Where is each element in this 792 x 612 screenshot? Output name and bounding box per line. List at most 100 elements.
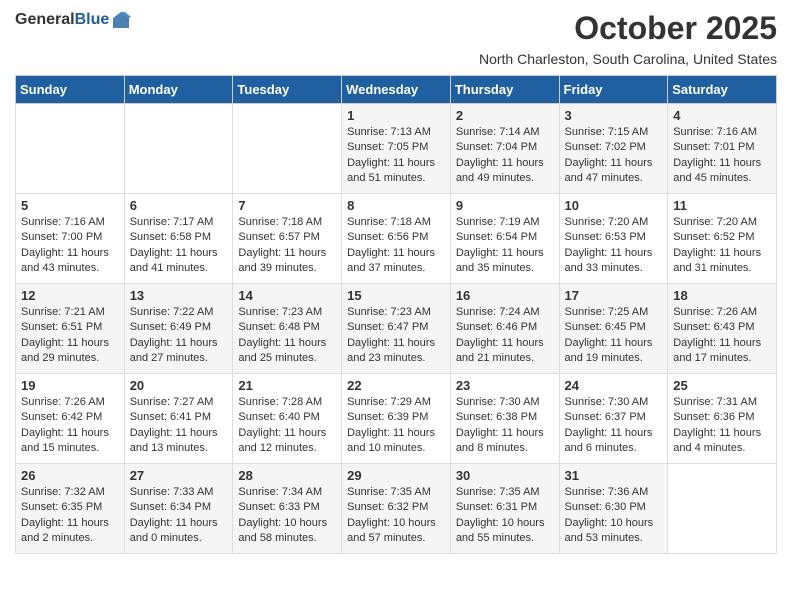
day-number: 20 [130,378,228,393]
cell-text-line: and 45 minutes. [673,171,771,186]
cell-text-line: Sunset: 6:52 PM [673,230,771,245]
cell-text-line: and 51 minutes. [347,171,445,186]
cell-text-line: and 15 minutes. [21,441,119,456]
cell-text-line: Daylight: 11 hours [565,246,663,261]
cell-text-line: Daylight: 11 hours [130,516,228,531]
cell-text-line: Sunset: 6:33 PM [238,500,336,515]
cell-text-line: Sunrise: 7:18 AM [347,215,445,230]
cell-text-line: and 17 minutes. [673,351,771,366]
day-number: 19 [21,378,119,393]
cell-text-line: Sunset: 6:49 PM [130,320,228,335]
location-title: North Charleston, South Carolina, United… [15,51,777,67]
cell-text-line: Daylight: 10 hours [347,516,445,531]
cell-text-line: Daylight: 11 hours [347,246,445,261]
cell-text-line: Sunset: 6:36 PM [673,410,771,425]
calendar-cell: 15Sunrise: 7:23 AMSunset: 6:47 PMDayligh… [342,284,451,374]
calendar-cell: 10 Sunrise: 7:20 AMSunset: 6:53 PMDayligh… [559,194,668,284]
cell-text-line: Daylight: 11 hours [130,246,228,261]
week-row-2: 5Sunrise: 7:16 AMSunset: 7:00 PMDaylight… [16,194,777,284]
day-header-saturday: Saturday [668,76,777,104]
calendar-cell: 25Sunrise: 7:31 AMSunset: 6:36 PMDayligh… [668,374,777,464]
cell-text-line: Daylight: 11 hours [21,246,119,261]
week-row-5: 26Sunrise: 7:32 AMSunset: 6:35 PMDayligh… [16,464,777,554]
cell-text-line: Sunset: 6:38 PM [456,410,554,425]
cell-text-line: Daylight: 11 hours [673,246,771,261]
day-number: 3 [565,108,663,123]
calendar-cell [124,104,233,194]
cell-text-line: and 13 minutes. [130,441,228,456]
calendar-cell: 17Sunrise: 7:25 AMSunset: 6:45 PMDayligh… [559,284,668,374]
cell-text-line: Sunset: 6:41 PM [130,410,228,425]
cell-text-line: Daylight: 11 hours [673,426,771,441]
cell-text-line: and 4 minutes. [673,441,771,456]
cell-text-line: Sunset: 6:34 PM [130,500,228,515]
day-number: 1 [347,108,445,123]
cell-text-line: Sunset: 6:57 PM [238,230,336,245]
cell-text-line: Sunrise: 7:29 AM [347,395,445,410]
cell-text-line: Daylight: 11 hours [673,156,771,171]
cell-text-line: and 25 minutes. [238,351,336,366]
cell-text-line: Sunset: 6:30 PM [565,500,663,515]
day-number: 22 [347,378,445,393]
cell-text-line: Sunset: 6:35 PM [21,500,119,515]
cell-text-line: Sunrise: 7:20 AM [565,215,663,230]
cell-text-line: Sunrise: 7:33 AM [130,485,228,500]
cell-text-line: and 35 minutes. [456,261,554,276]
calendar-cell: 3Sunrise: 7:15 AMSunset: 7:02 PMDaylight… [559,104,668,194]
day-header-sunday: Sunday [16,76,125,104]
cell-text-line: Sunrise: 7:23 AM [347,305,445,320]
cell-text-line: Sunset: 7:02 PM [565,140,663,155]
cell-text-line: Sunset: 6:51 PM [21,320,119,335]
calendar-cell: 18Sunrise: 7:26 AMSunset: 6:43 PMDayligh… [668,284,777,374]
calendar-cell: 5Sunrise: 7:16 AMSunset: 7:00 PMDaylight… [16,194,125,284]
day-number: 31 [565,468,663,483]
calendar-cell: 8Sunrise: 7:18 AMSunset: 6:56 PMDaylight… [342,194,451,284]
cell-text-line: Sunset: 6:43 PM [673,320,771,335]
day-number: 12 [21,288,119,303]
cell-text-line: and 21 minutes. [456,351,554,366]
day-number: 5 [21,198,119,213]
day-number: 13 [130,288,228,303]
days-header-row: SundayMondayTuesdayWednesdayThursdayFrid… [16,76,777,104]
cell-text-line: Sunrise: 7:16 AM [21,215,119,230]
cell-text-line: and 0 minutes. [130,531,228,546]
day-number: 15 [347,288,445,303]
day-number: 29 [347,468,445,483]
calendar-cell: 27Sunrise: 7:33 AMSunset: 6:34 PMDayligh… [124,464,233,554]
cell-text-line: Sunrise: 7:34 AM [238,485,336,500]
cell-text-line: Daylight: 11 hours [347,336,445,351]
cell-text-line: Daylight: 11 hours [565,336,663,351]
calendar-table: SundayMondayTuesdayWednesdayThursdayFrid… [15,75,777,554]
cell-text-line: Sunrise: 7:26 AM [673,305,771,320]
cell-text-line: Daylight: 10 hours [238,516,336,531]
calendar-cell: 24Sunrise: 7:30 AMSunset: 6:37 PMDayligh… [559,374,668,464]
calendar-cell: 11Sunrise: 7:20 AMSunset: 6:52 PMDayligh… [668,194,777,284]
cell-text-line: and 49 minutes. [456,171,554,186]
cell-text-line: Daylight: 11 hours [21,516,119,531]
cell-text-line: Sunset: 6:45 PM [565,320,663,335]
calendar-container: GeneralBlue October 2025 North Charlesto… [0,0,792,564]
cell-text-line: Sunrise: 7:22 AM [130,305,228,320]
cell-text-line: Sunrise: 7:25 AM [565,305,663,320]
cell-text-line: Sunset: 6:39 PM [347,410,445,425]
calendar-cell: 31Sunrise: 7:36 AMSunset: 6:30 PMDayligh… [559,464,668,554]
calendar-cell: 2Sunrise: 7:14 AMSunset: 7:04 PMDaylight… [450,104,559,194]
cell-text-line: Sunset: 6:53 PM [565,230,663,245]
cell-text-line: Daylight: 11 hours [456,156,554,171]
cell-text-line: Sunset: 7:04 PM [456,140,554,155]
day-number: 23 [456,378,554,393]
calendar-cell: 14Sunrise: 7:23 AMSunset: 6:48 PMDayligh… [233,284,342,374]
cell-text-line: Daylight: 11 hours [238,426,336,441]
cell-text-line: and 41 minutes. [130,261,228,276]
week-row-1: 1Sunrise: 7:13 AMSunset: 7:05 PMDaylight… [16,104,777,194]
day-number: 10 [565,198,663,213]
day-header-monday: Monday [124,76,233,104]
cell-text-line: Sunset: 6:56 PM [347,230,445,245]
cell-text-line: and 31 minutes. [673,261,771,276]
cell-text-line: Daylight: 10 hours [456,516,554,531]
logo-general: GeneralBlue [15,11,109,29]
day-number: 7 [238,198,336,213]
calendar-cell: 29Sunrise: 7:35 AMSunset: 6:32 PMDayligh… [342,464,451,554]
cell-text-line: and 33 minutes. [565,261,663,276]
cell-text-line: and 19 minutes. [565,351,663,366]
